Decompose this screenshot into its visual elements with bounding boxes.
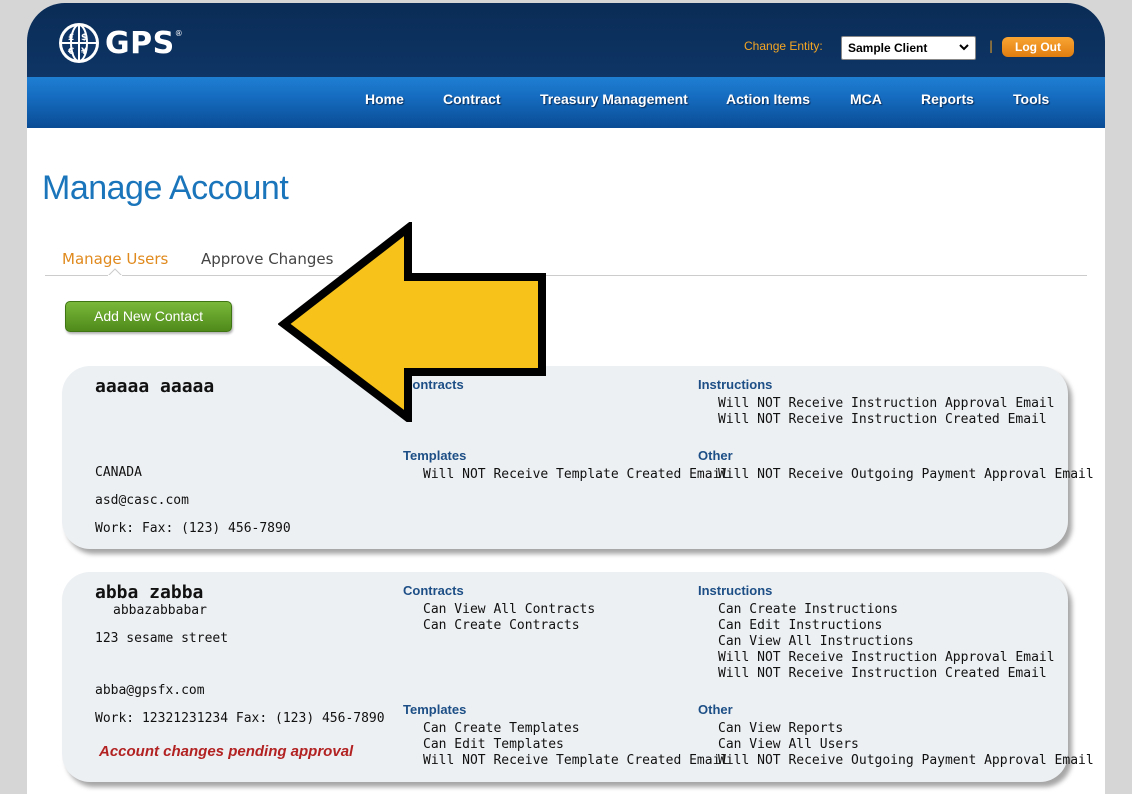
pending-approval-notice: Account changes pending approval — [99, 743, 354, 760]
active-tab-caret-icon — [108, 268, 122, 276]
pointer-arrow-icon — [278, 222, 546, 422]
header-bar: £ $ € ¥ GPS ® Change Entity: Sample Clie… — [27, 3, 1105, 77]
permission-item: Can Edit Templates — [423, 737, 564, 752]
entity-select-value: Sample Client — [848, 41, 928, 55]
permission-item: Can View All Contracts — [423, 602, 596, 617]
permission-item: Can View Reports — [718, 721, 844, 736]
nav-tools[interactable]: Tools — [1013, 91, 1049, 107]
nav-home[interactable]: Home — [365, 91, 404, 107]
entity-select[interactable]: Sample Client — [841, 36, 976, 60]
templates-heading: Templates — [403, 448, 467, 463]
other-heading: Other — [698, 448, 733, 463]
permission-item: Will NOT Receive Instruction Approval Em… — [718, 650, 1055, 665]
svg-text:€: € — [67, 47, 74, 57]
permission-item: Will NOT Receive Instruction Created Ema… — [718, 412, 1047, 427]
add-new-contact-button[interactable]: Add New Contact — [65, 301, 232, 332]
instructions-heading: Instructions — [698, 583, 773, 598]
globe-currency-icon: £ $ € ¥ — [59, 23, 99, 63]
svg-text:$: $ — [81, 33, 87, 43]
permission-item: Can View All Users — [718, 737, 859, 752]
contact-country: CANADA — [95, 465, 142, 480]
contact-email: abba@gpsfx.com — [95, 683, 205, 698]
contact-username: abbazabbabar — [113, 603, 207, 618]
permission-item: Can Create Templates — [423, 721, 580, 736]
logo-registered-mark: ® — [174, 28, 183, 38]
tab-manage-users[interactable]: Manage Users — [62, 250, 168, 268]
nav-mca[interactable]: MCA — [850, 91, 882, 107]
contact-name: abba zabba — [95, 582, 204, 603]
permission-item: Can Create Contracts — [423, 618, 580, 633]
contracts-heading: Contracts — [403, 583, 464, 598]
contact-address: 123 sesame street — [95, 631, 229, 646]
svg-text:£: £ — [68, 33, 74, 43]
header-separator: | — [989, 39, 994, 53]
permission-item: Will NOT Receive Instruction Approval Em… — [718, 396, 1055, 411]
permission-item: Can Create Instructions — [718, 602, 899, 617]
contact-card: abba zabba abbazabbabar 123 sesame stree… — [62, 572, 1094, 782]
permission-item: Can View All Instructions — [718, 634, 914, 649]
contact-card: aaaaa aaaaa CANADA asd@casc.com Work: Fa… — [62, 366, 1094, 549]
contact-email: asd@casc.com — [95, 493, 189, 508]
nav-action-items[interactable]: Action Items — [726, 91, 810, 107]
permission-item: Will NOT Receive Instruction Created Ema… — [718, 666, 1047, 681]
app-frame: £ $ € ¥ GPS ® Change Entity: Sample Clie… — [27, 3, 1105, 794]
contact-name: aaaaa aaaaa — [95, 376, 215, 397]
other-heading: Other — [698, 702, 733, 717]
page-title: Manage Account — [42, 169, 289, 207]
tabs-divider — [45, 275, 1087, 276]
permission-item: Will NOT Receive Template Created Email — [423, 467, 729, 482]
permission-item: Can Edit Instructions — [718, 618, 883, 633]
templates-heading: Templates — [403, 702, 467, 717]
logout-button[interactable]: Log Out — [1002, 37, 1074, 57]
contact-phone: Work: 12321231234 Fax: (123) 456-7890 — [95, 711, 385, 726]
main-nav: Home Contract Treasury Management Action… — [27, 77, 1105, 128]
permission-item: Will NOT Receive Template Created Email — [423, 753, 729, 768]
contact-phone: Work: Fax: (123) 456-7890 — [95, 521, 291, 536]
change-entity-label: Change Entity: — [744, 39, 823, 53]
logo-text: GPS — [105, 25, 175, 61]
gps-logo[interactable]: £ $ € ¥ GPS ® — [57, 21, 183, 65]
nav-contract[interactable]: Contract — [443, 91, 501, 107]
permission-item: Will NOT Receive Outgoing Payment Approv… — [718, 467, 1094, 482]
svg-text:¥: ¥ — [81, 47, 88, 57]
instructions-heading: Instructions — [698, 377, 773, 392]
nav-treasury-management[interactable]: Treasury Management — [540, 91, 688, 107]
nav-reports[interactable]: Reports — [921, 91, 974, 107]
permission-item: Will NOT Receive Outgoing Payment Approv… — [718, 753, 1094, 768]
chevron-down-icon — [959, 44, 969, 51]
